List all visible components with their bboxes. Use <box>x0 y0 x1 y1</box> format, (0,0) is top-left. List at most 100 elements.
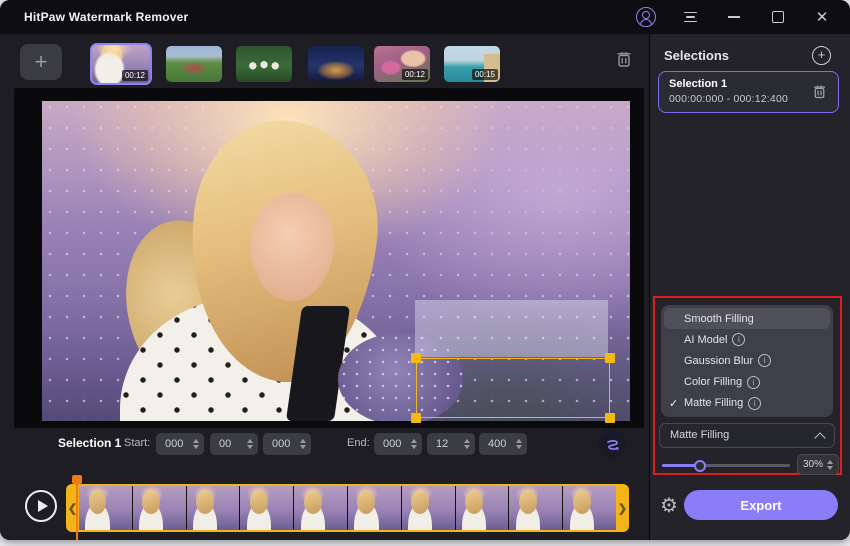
start-minutes-stepper[interactable]: 000 <box>156 433 204 455</box>
video-thumbnail-forest[interactable] <box>236 46 292 82</box>
check-icon: ✓ <box>669 397 678 410</box>
delete-video-icon[interactable] <box>614 49 636 71</box>
settings-gear-icon[interactable]: ⚙ <box>658 495 680 517</box>
filmstrip-frame <box>294 486 347 530</box>
stepper-value: 000 <box>165 438 183 450</box>
method-label: Gaussion Blur <box>684 355 753 367</box>
method-smooth-filling[interactable]: Smooth Filling <box>664 308 830 329</box>
play-icon <box>38 500 48 512</box>
method-color-filling[interactable]: Color Filling <box>664 372 830 393</box>
chevron-up-icon <box>814 432 825 443</box>
method-label: Color Filling <box>684 376 742 388</box>
method-label: Smooth Filling <box>684 313 754 325</box>
stepper-arrows-icon[interactable] <box>193 439 199 449</box>
sidebar: Selections + Selection 1 000:00:000 - 00… <box>650 34 850 540</box>
end-millis-stepper[interactable]: 400 <box>479 433 527 455</box>
maximize-button[interactable] <box>768 7 788 27</box>
video-thumbnail-night-city[interactable] <box>308 46 364 82</box>
resize-handle-bottom-right[interactable] <box>605 413 615 423</box>
method-matte-filling[interactable]: ✓ Matte Filling <box>664 393 830 414</box>
playhead-marker[interactable] <box>72 475 82 484</box>
playhead-line[interactable] <box>76 486 78 540</box>
stepper-value: 000 <box>383 438 401 450</box>
duration-badge: 00:12 <box>122 70 148 81</box>
selection-card-name: Selection 1 <box>669 78 727 90</box>
video-thumbnail-lavender[interactable]: 00:12 <box>90 43 152 85</box>
mode-dropdown[interactable]: Matte Filling <box>659 423 835 448</box>
end-seconds-stepper[interactable]: 12 <box>427 433 475 455</box>
app-title: HitPaw Watermark Remover <box>24 10 188 24</box>
info-icon[interactable] <box>758 354 771 367</box>
stepper-arrows-icon[interactable] <box>464 439 470 449</box>
info-icon[interactable] <box>747 376 760 389</box>
stepper-arrows-icon[interactable] <box>247 439 253 449</box>
stepper-arrows-icon[interactable] <box>827 460 833 470</box>
info-icon[interactable] <box>748 397 761 410</box>
keyframe-curve-icon[interactable] <box>599 431 626 458</box>
resize-handle-top-right[interactable] <box>605 353 615 363</box>
add-selection-icon[interactable]: + <box>812 46 831 65</box>
menu-icon[interactable] <box>680 7 700 27</box>
info-icon[interactable] <box>732 333 745 346</box>
method-ai-model[interactable]: AI Model <box>664 329 830 350</box>
resize-handle-bottom-left[interactable] <box>411 413 421 423</box>
filmstrip <box>79 484 616 532</box>
selection-card-range: 000:00:000 - 000:12:400 <box>669 93 788 105</box>
main-panel: + 00:12 00:12 00:15 <box>0 34 650 540</box>
filmstrip-frame <box>509 486 562 530</box>
delete-selection-icon[interactable] <box>811 83 828 100</box>
minimize-button[interactable] <box>724 7 744 27</box>
add-video-button[interactable]: + <box>20 44 62 80</box>
end-label: End: <box>347 437 370 449</box>
selection-name-label: Selection 1 <box>58 436 121 450</box>
strength-value: 30% <box>803 459 823 470</box>
filmstrip-frame <box>402 486 455 530</box>
strength-value-box[interactable]: 30% <box>797 454 839 475</box>
filmstrip-frame <box>563 486 616 530</box>
mode-dropdown-value: Matte Filling <box>670 429 729 441</box>
filmstrip-frame <box>240 486 293 530</box>
selection-card[interactable]: Selection 1 000:00:000 - 000:12:400 <box>658 71 839 113</box>
stepper-arrows-icon[interactable] <box>300 439 306 449</box>
resize-handle-top-left[interactable] <box>411 353 421 363</box>
timeline-strip[interactable]: ❮ ❯ <box>66 484 629 532</box>
method-gaussion-blur[interactable]: Gaussion Blur <box>664 350 830 371</box>
filmstrip-frame <box>133 486 186 530</box>
stepper-value: 12 <box>436 438 448 450</box>
export-button[interactable]: Export <box>684 490 838 520</box>
account-icon[interactable] <box>636 7 656 27</box>
filmstrip-frame <box>187 486 240 530</box>
close-button[interactable]: ✕ <box>812 7 832 27</box>
method-label: AI Model <box>684 334 727 346</box>
stepper-arrows-icon[interactable] <box>516 439 522 449</box>
play-button[interactable] <box>25 490 57 522</box>
stepper-arrows-icon[interactable] <box>411 439 417 449</box>
video-thumbnail-beach[interactable]: 00:15 <box>444 46 500 82</box>
video-thumbnail-flowers[interactable]: 00:12 <box>374 46 430 82</box>
removal-mode-group: Smooth Filling AI Model Gaussion Blur Co… <box>653 296 842 475</box>
start-seconds-stepper[interactable]: 00 <box>210 433 258 455</box>
duration-badge: 00:15 <box>472 69 498 80</box>
start-label: Start: <box>124 437 150 449</box>
filmstrip-frame <box>79 486 132 530</box>
duration-badge: 00:12 <box>402 69 428 80</box>
method-label: Matte Filling <box>684 397 743 409</box>
video-preview-panel <box>14 88 644 428</box>
end-minutes-stepper[interactable]: 000 <box>374 433 422 455</box>
stepper-value: 000 <box>272 438 290 450</box>
watermark-selection-box[interactable] <box>416 358 610 418</box>
filmstrip-frame <box>456 486 509 530</box>
strength-slider[interactable] <box>662 464 790 467</box>
stepper-value: 00 <box>219 438 231 450</box>
filmstrip-frame <box>348 486 401 530</box>
video-thumbnail-park[interactable] <box>166 46 222 82</box>
removal-method-list: Smooth Filling AI Model Gaussion Blur Co… <box>661 305 833 417</box>
matte-filling-preview-area <box>415 300 608 357</box>
matte-strength-row: 30% <box>655 453 844 477</box>
app-window: HitPaw Watermark Remover ✕ + 00:12 00:12… <box>0 0 850 540</box>
title-bar: HitPaw Watermark Remover ✕ <box>0 0 850 34</box>
trim-handle-right[interactable]: ❯ <box>616 484 629 532</box>
slider-knob[interactable] <box>694 460 706 472</box>
start-millis-stepper[interactable]: 000 <box>263 433 311 455</box>
selections-title: Selections <box>664 48 729 63</box>
